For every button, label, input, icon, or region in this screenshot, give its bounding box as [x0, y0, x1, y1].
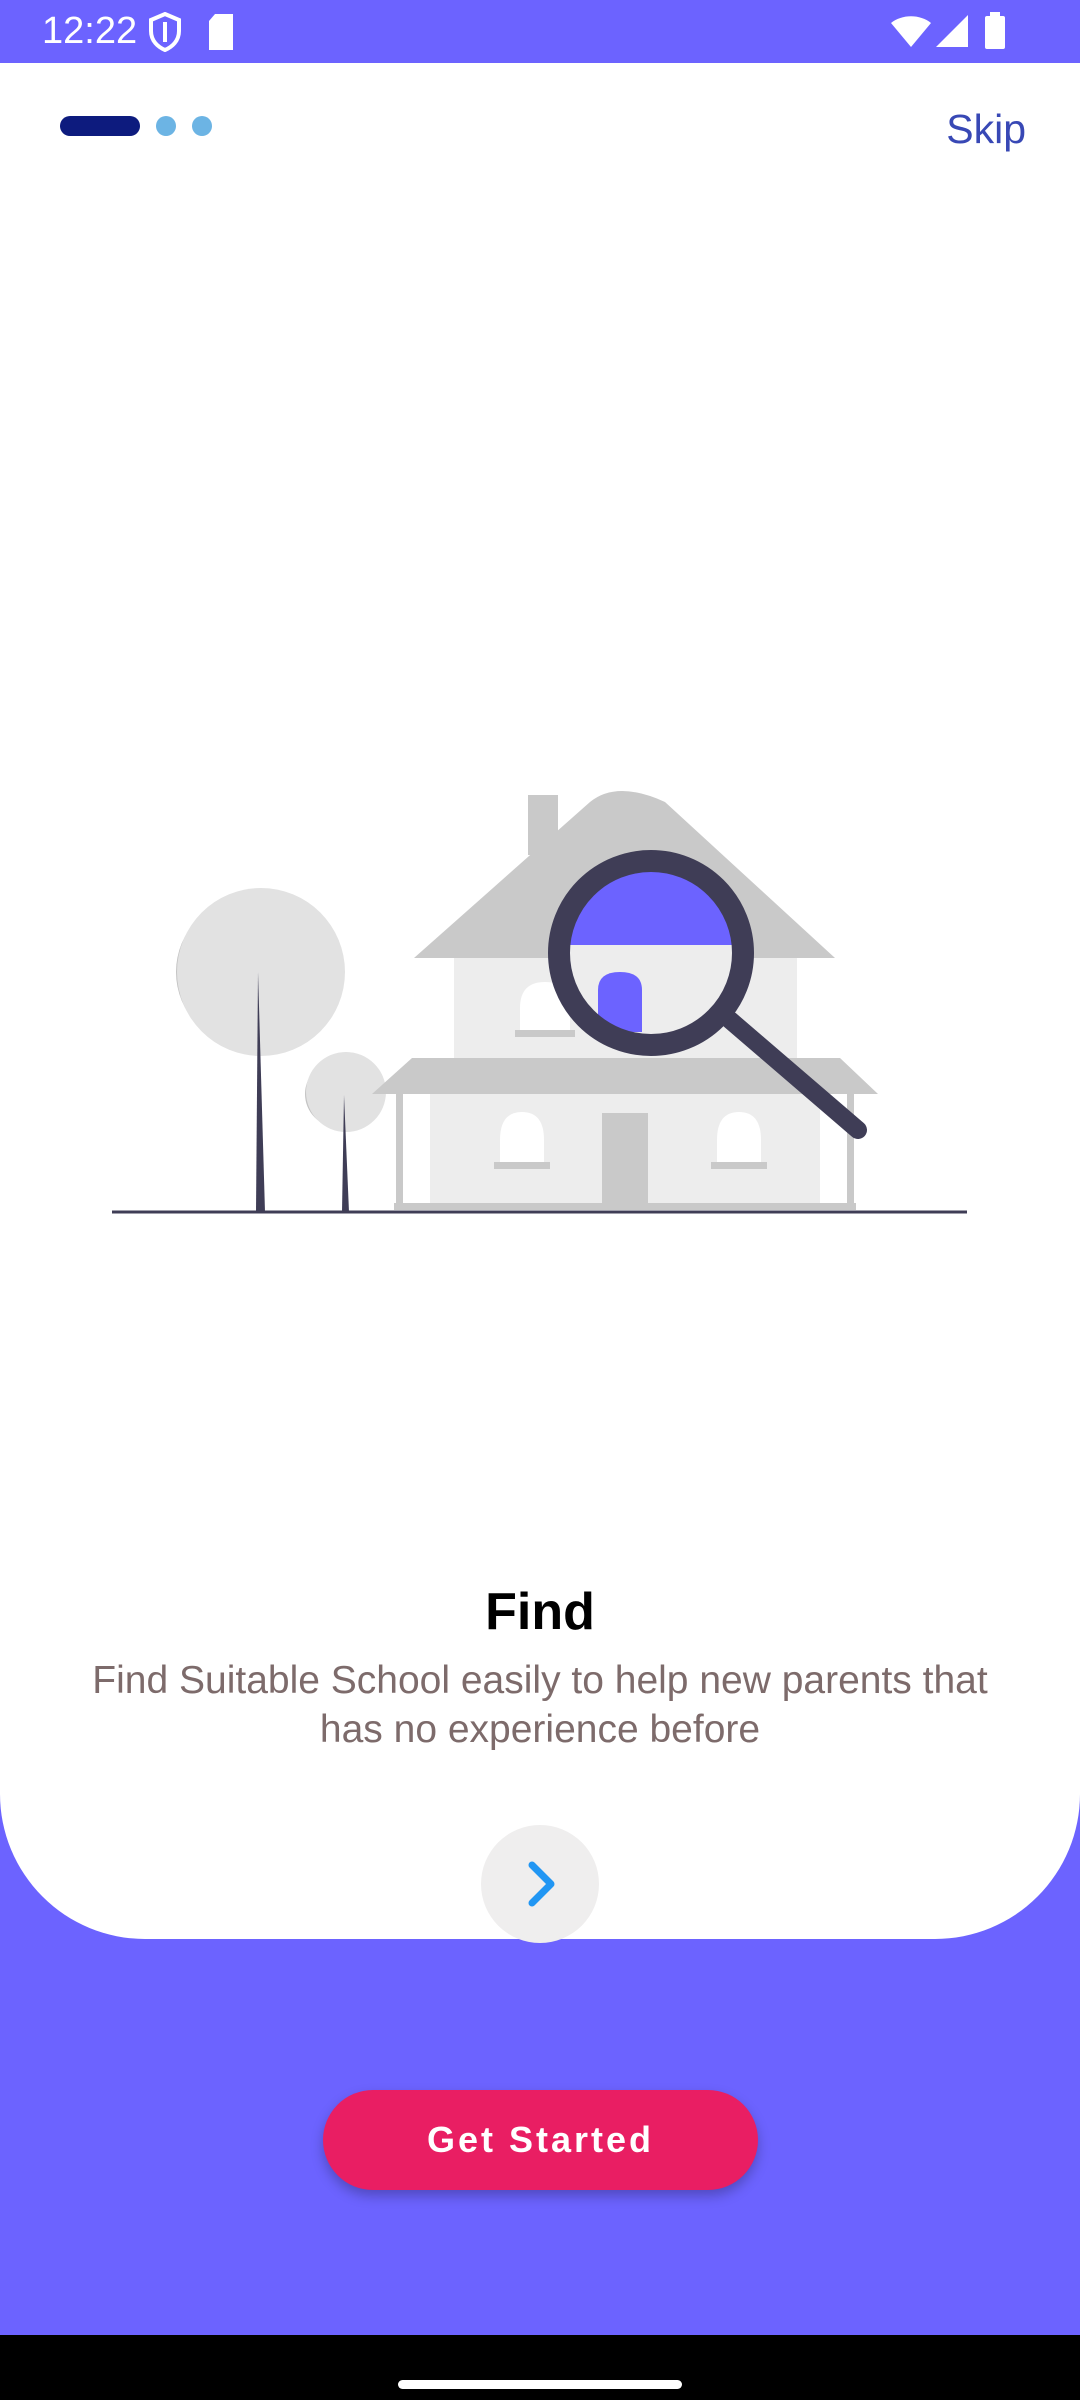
house-search-illustration: [0, 760, 1080, 1240]
status-bar: 12:22: [0, 0, 1080, 63]
status-time: 12:22: [42, 10, 138, 52]
sd-card-icon: [206, 12, 236, 57]
cellular-signal-icon: [935, 14, 969, 53]
shield-icon: [148, 11, 182, 57]
page-dot: [156, 116, 176, 136]
onboarding-title: Find: [485, 1583, 595, 1641]
home-indicator[interactable]: [398, 2380, 682, 2389]
navigation-bar: [0, 2335, 1080, 2400]
skip-button[interactable]: Skip: [946, 104, 1026, 154]
onboarding-description: Find Suitable School easily to help new …: [92, 1659, 988, 1751]
get-started-button[interactable]: Get Started: [323, 2090, 758, 2190]
chevron-right-icon: [528, 1861, 555, 1907]
page-dot-active: [60, 116, 140, 136]
wifi-icon: [890, 14, 932, 53]
battery-icon: [984, 12, 1006, 55]
page-dot: [192, 116, 212, 136]
next-button[interactable]: [481, 1825, 599, 1943]
